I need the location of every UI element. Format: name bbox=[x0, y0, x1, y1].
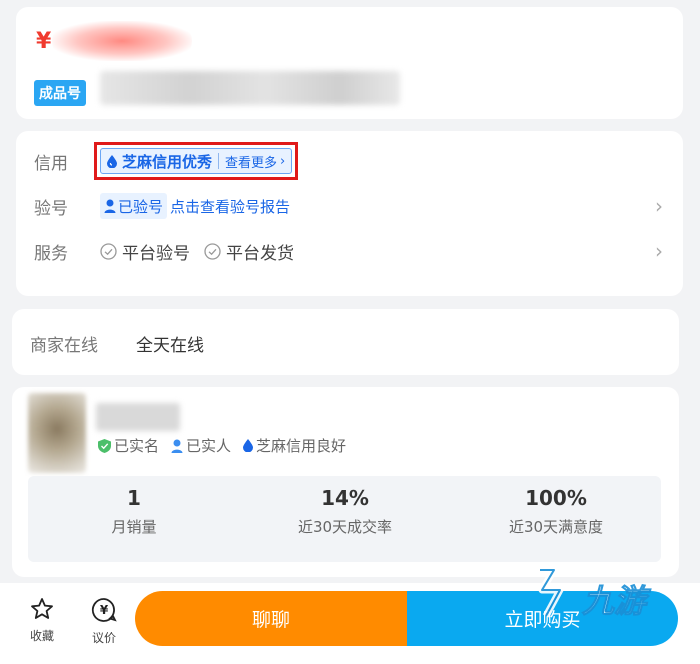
seller-badge-label: 已实名 bbox=[114, 437, 160, 455]
verify-content: 已验号 点击查看验号报告 bbox=[100, 193, 290, 219]
seller-badge-label: 芝麻信用良好 bbox=[256, 437, 347, 455]
merchant-online-label: 商家在线 bbox=[30, 336, 98, 356]
verify-label: 验号 bbox=[34, 198, 68, 219]
bargain-button[interactable]: ¥ 议价 bbox=[84, 597, 124, 646]
seller-card: 已实名 已实人 芝麻信用良好 1 月销量 14% 近30天成交率 100% 近3 bbox=[12, 387, 679, 577]
seller-name-blurred bbox=[96, 403, 180, 431]
credit-highlight-frame: 芝麻信用优秀 查看更多 › bbox=[94, 142, 299, 180]
stat-label: 近30天成交率 bbox=[297, 518, 393, 536]
stat-value: 100% bbox=[525, 486, 587, 510]
stat-satisfaction: 100% 近30天满意度 bbox=[456, 486, 656, 537]
check-circle-icon bbox=[204, 242, 221, 260]
service-item-label: 平台验号 bbox=[122, 243, 190, 264]
buy-now-button[interactable]: 立即购买 bbox=[407, 591, 678, 646]
verify-report-link[interactable]: 点击查看验号报告 bbox=[170, 196, 290, 217]
price-value-blurred bbox=[52, 21, 192, 61]
service-item: 平台发货 bbox=[204, 239, 294, 264]
product-type-tag: 成品号 bbox=[34, 80, 86, 106]
bargain-yuan-icon: ¥ bbox=[91, 598, 117, 622]
credit-label: 信用 bbox=[34, 153, 68, 174]
credit-more-link[interactable]: 查看更多 bbox=[225, 152, 277, 171]
verify-row[interactable]: 验号 已验号 点击查看验号报告 › bbox=[16, 188, 683, 224]
service-content: 平台验号 平台发货 bbox=[100, 239, 308, 264]
credit-divider bbox=[218, 153, 220, 169]
shield-check-icon bbox=[98, 438, 111, 453]
product-info-card: 信用 芝麻信用优秀 查看更多 › 验号 已验号 点击查看验号报告 › 服务 平台… bbox=[16, 131, 683, 296]
chevron-right-icon: › bbox=[280, 153, 286, 169]
chevron-right-icon: › bbox=[655, 239, 663, 263]
service-row[interactable]: 服务 平台验号 平台发货 › bbox=[16, 233, 683, 269]
bargain-label: 议价 bbox=[91, 631, 116, 645]
bottom-action-bar: 收藏 ¥ 议价 聊聊 立即购买 bbox=[0, 583, 700, 664]
stat-label: 近30天满意度 bbox=[508, 518, 604, 536]
avatar[interactable] bbox=[28, 393, 86, 473]
seller-badge: 芝麻信用良好 bbox=[243, 435, 346, 456]
chevron-right-icon: › bbox=[655, 194, 663, 218]
stat-deal-rate: 14% 近30天成交率 bbox=[245, 486, 445, 537]
stat-value: 14% bbox=[321, 486, 369, 510]
star-icon bbox=[31, 598, 53, 619]
credit-badge[interactable]: 芝麻信用优秀 查看更多 › bbox=[100, 148, 293, 174]
merchant-online-value: 全天在线 bbox=[136, 336, 204, 356]
buy-now-button-label: 立即购买 bbox=[504, 609, 581, 631]
stat-label: 月销量 bbox=[111, 518, 157, 536]
drop-icon bbox=[107, 154, 117, 168]
credit-row: 信用 芝麻信用优秀 查看更多 › bbox=[16, 142, 683, 180]
chat-button[interactable]: 聊聊 bbox=[135, 591, 407, 646]
seller-badge-label: 已实人 bbox=[186, 437, 232, 455]
stat-monthly-sales: 1 月销量 bbox=[34, 486, 234, 537]
credit-content: 芝麻信用优秀 查看更多 › bbox=[94, 142, 299, 180]
service-item: 平台验号 bbox=[100, 239, 190, 264]
verified-badge: 已验号 bbox=[100, 193, 168, 219]
merchant-online-card: 商家在线 全天在线 bbox=[12, 309, 679, 375]
product-id-blurred bbox=[100, 71, 400, 105]
svg-text:¥: ¥ bbox=[100, 603, 109, 617]
person-icon bbox=[104, 199, 116, 213]
drop-icon bbox=[243, 439, 254, 452]
service-label: 服务 bbox=[34, 243, 68, 264]
seller-stats-panel: 1 月销量 14% 近30天成交率 100% 近30天满意度 bbox=[28, 476, 661, 562]
service-item-label: 平台发货 bbox=[226, 243, 294, 264]
seller-badges: 已实名 已实人 芝麻信用良好 bbox=[98, 435, 358, 456]
seller-badge: 已实人 bbox=[171, 435, 231, 456]
price-currency-symbol: ¥ bbox=[36, 29, 52, 54]
favorite-button[interactable]: 收藏 bbox=[22, 597, 62, 644]
favorite-label: 收藏 bbox=[29, 629, 54, 643]
credit-badge-text: 芝麻信用优秀 bbox=[122, 152, 213, 171]
stat-value: 1 bbox=[127, 486, 141, 510]
seller-badge: 已实名 bbox=[98, 435, 159, 456]
verified-status: 已验号 bbox=[118, 197, 164, 216]
check-circle-icon bbox=[100, 242, 117, 260]
chat-button-label: 聊聊 bbox=[251, 609, 290, 631]
product-header-card: ¥ 成品号 bbox=[16, 7, 683, 119]
person-icon bbox=[171, 439, 183, 453]
